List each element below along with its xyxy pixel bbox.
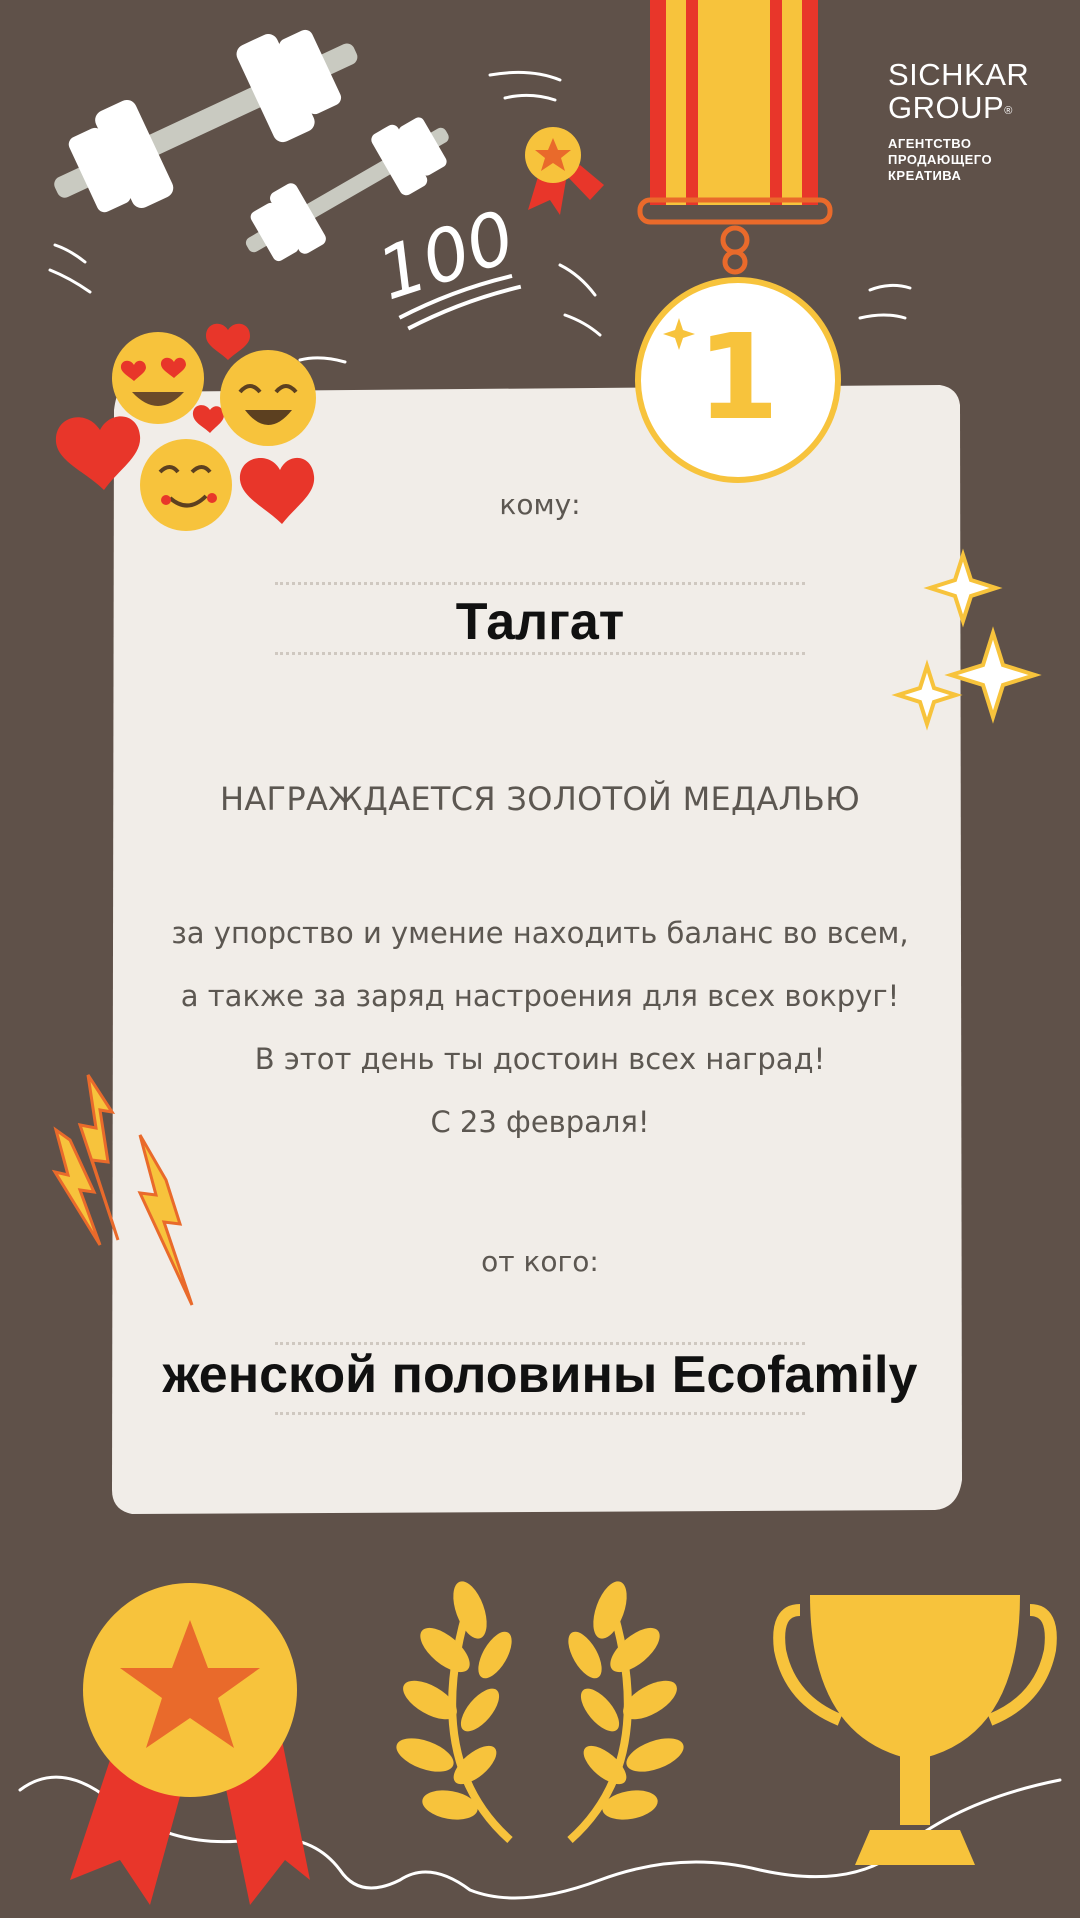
hundred-badge: 100 [368, 194, 524, 331]
brand-logo: SICHKAR GROUP® АГЕНТСТВО ПРОДАЮЩЕГО КРЕА… [888, 58, 1029, 184]
svg-text:1: 1 [697, 308, 779, 446]
medal-icon [525, 127, 604, 215]
dotted-line [275, 582, 805, 585]
emoji-icon [112, 332, 204, 424]
certificate-page: 100 1 SICHKAR GROUP® АГЕНТСТВО ПРОДАЮЩЕГ… [0, 0, 1080, 1918]
body-line: С 23 февраля! [430, 1105, 650, 1139]
award-heading: НАГРАЖДАЕТСЯ ЗОЛОТОЙ МЕДАЛЬЮ [219, 780, 860, 818]
sender-name: женской половины Ecofamily [162, 1346, 918, 1404]
decorations-layer: 100 1 [18, 0, 1062, 1905]
trophy-icon [773, 1595, 1057, 1865]
heart-icon [206, 323, 250, 360]
laurel-wreath-icon [396, 1581, 684, 1843]
body-line: а также за заряд настроения для всех вок… [180, 979, 900, 1013]
logo-line-1: SICHKAR [888, 57, 1030, 92]
to-label: кому: [499, 488, 581, 521]
recipient-name: Талгат [455, 593, 625, 651]
logo-subtitle: АГЕНТСТВО ПРОДАЮЩЕГО КРЕАТИВА [888, 136, 993, 183]
emoji-icon [220, 350, 316, 446]
registered-mark: ® [1004, 105, 1013, 117]
award-ribbon-icon [70, 1583, 310, 1905]
from-label: от кого: [481, 1245, 599, 1278]
body-line: за упорство и умение находить баланс во … [171, 916, 909, 950]
body-line: В этот день ты достоин всех наград! [254, 1042, 826, 1076]
logo-line-2: GROUP® [888, 90, 1013, 125]
dotted-line [275, 652, 805, 655]
dotted-line [275, 1412, 805, 1415]
medal-icon: 1 [635, 0, 841, 483]
